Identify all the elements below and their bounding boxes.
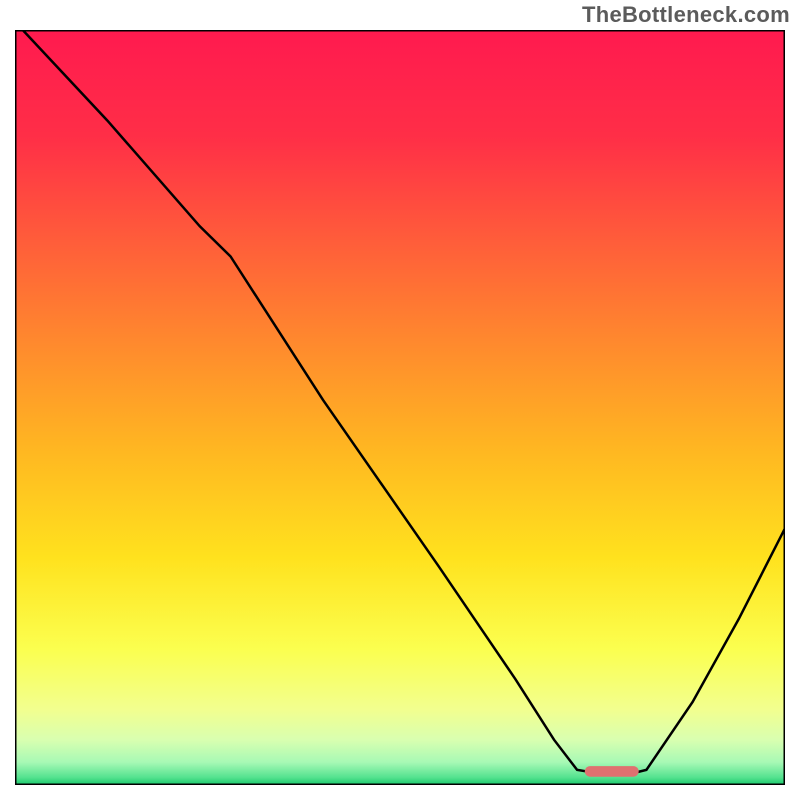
bottleneck-chart — [15, 30, 785, 785]
watermark-text: TheBottleneck.com — [582, 2, 790, 28]
optimal-range-marker — [585, 766, 639, 777]
chart-background — [15, 30, 785, 785]
chart-frame: TheBottleneck.com — [0, 0, 800, 800]
